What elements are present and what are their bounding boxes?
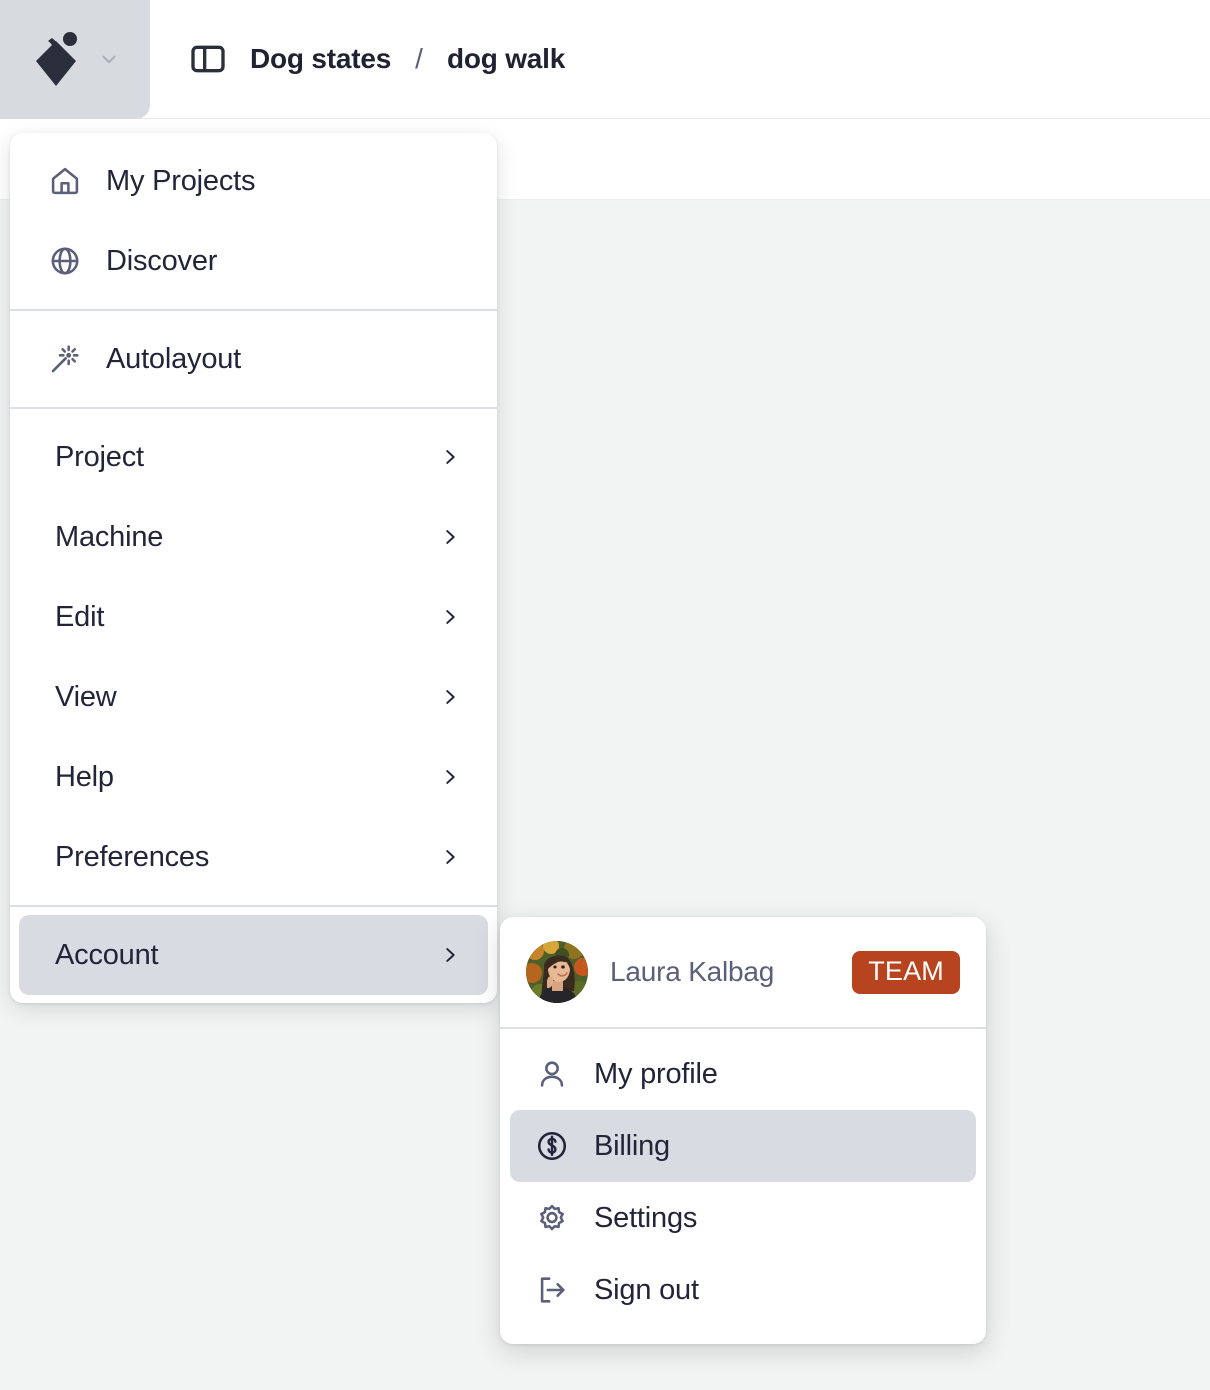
chevron-right-icon [439, 942, 461, 968]
submenu-item-sign-out[interactable]: Sign out [510, 1254, 976, 1326]
sign-out-icon [532, 1270, 572, 1310]
submenu-item-label: Settings [594, 1201, 698, 1234]
panel-left-icon[interactable] [188, 39, 228, 79]
menu-item-label: Edit [55, 600, 105, 633]
submenu-item-label: Sign out [594, 1273, 699, 1306]
user-avatar [526, 941, 588, 1003]
chevron-right-icon [439, 844, 461, 870]
dollar-circle-icon [532, 1126, 572, 1166]
menu-item-label: Project [55, 440, 144, 473]
menu-item-label: Machine [55, 520, 164, 553]
breadcrumb-machine[interactable]: dog walk [447, 43, 565, 75]
magic-wand-icon [46, 340, 84, 378]
menu-item-preferences[interactable]: Preferences [19, 817, 488, 897]
submenu-item-my-profile[interactable]: My profile [510, 1038, 976, 1110]
menu-item-account[interactable]: Account [19, 915, 488, 995]
stately-logo [30, 28, 86, 90]
person-icon [532, 1054, 572, 1094]
menu-item-machine[interactable]: Machine [19, 497, 488, 577]
logo-menu-button[interactable] [0, 0, 150, 119]
menu-section-commands: Project Machine Edit View Help Preferenc… [10, 407, 497, 905]
menu-item-my-projects[interactable]: My Projects [19, 141, 488, 221]
plan-badge: TEAM [852, 950, 960, 994]
menu-item-autolayout[interactable]: Autolayout [19, 319, 488, 399]
chevron-right-icon [439, 444, 461, 470]
breadcrumb-project[interactable]: Dog states [250, 43, 391, 75]
menu-item-label: Autolayout [106, 342, 242, 375]
menu-item-help[interactable]: Help [19, 737, 488, 817]
breadcrumb: Dog states / dog walk [188, 39, 565, 79]
account-submenu-list: My profile Billing Settings Sign out [500, 1029, 986, 1344]
app-root: Dog states / dog walk My Projects Discov… [0, 0, 1210, 1390]
submenu-item-label: My profile [594, 1057, 718, 1090]
user-name: Laura Kalbag [610, 956, 775, 987]
menu-item-label: Help [55, 760, 114, 793]
chevron-down-icon [98, 48, 120, 70]
menu-item-view[interactable]: View [19, 657, 488, 737]
menu-item-discover[interactable]: Discover [19, 221, 488, 301]
gear-icon [532, 1198, 572, 1238]
breadcrumb-separator: / [415, 43, 423, 74]
globe-icon [46, 242, 84, 280]
menu-item-label: My Projects [106, 164, 256, 197]
menu-item-label: Discover [106, 244, 218, 277]
account-submenu-panel: Laura Kalbag TEAM My profile Billing Set… [500, 917, 986, 1344]
menu-section-autolayout: Autolayout [10, 309, 497, 407]
menu-item-project[interactable]: Project [19, 417, 488, 497]
submenu-item-label: Billing [594, 1129, 670, 1162]
menu-section-navigation: My Projects Discover [10, 133, 497, 309]
submenu-item-settings[interactable]: Settings [510, 1182, 976, 1254]
menu-section-account: Account [10, 905, 497, 1003]
chevron-right-icon [439, 604, 461, 630]
menu-item-label: View [55, 680, 117, 713]
submenu-item-billing[interactable]: Billing [510, 1110, 976, 1182]
chevron-right-icon [439, 764, 461, 790]
chevron-right-icon [439, 524, 461, 550]
app-header: Dog states / dog walk [0, 0, 1210, 119]
home-icon [46, 162, 84, 200]
main-menu-panel: My Projects Discover Autolayout Project … [10, 133, 497, 1003]
menu-item-edit[interactable]: Edit [19, 577, 488, 657]
menu-item-label: Preferences [55, 840, 210, 873]
menu-item-label: Account [55, 938, 159, 971]
chevron-right-icon [439, 684, 461, 710]
account-user-row: Laura Kalbag TEAM [500, 917, 986, 1029]
